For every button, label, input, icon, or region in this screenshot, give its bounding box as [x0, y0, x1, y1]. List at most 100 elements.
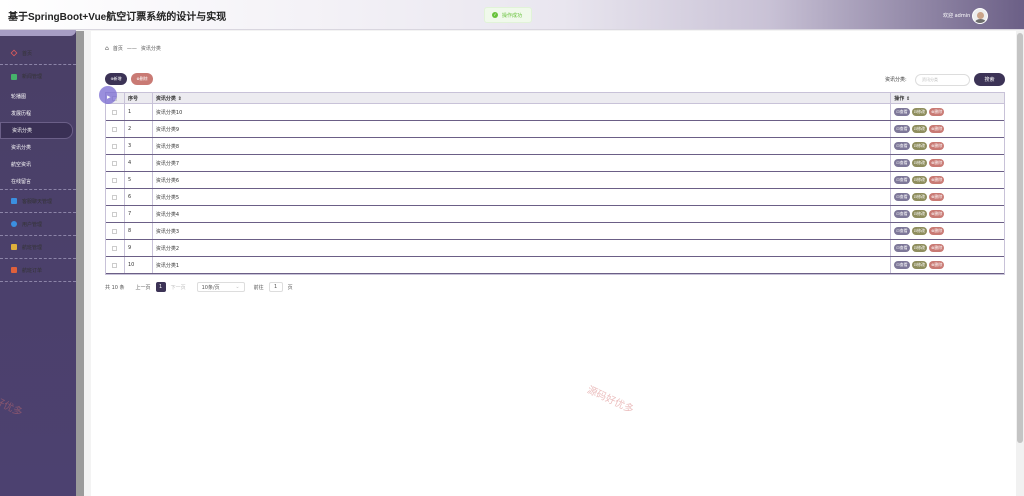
row-checkbox[interactable] [112, 109, 118, 115]
sidebar-item-label: 发展历程 [11, 111, 32, 117]
edit-button[interactable]: ⊡修改 [911, 210, 927, 218]
row-checkbox-cell [106, 155, 125, 171]
row-checkbox-cell [106, 104, 125, 120]
toast-message: 操作成功 [502, 12, 523, 19]
row-checkbox-cell [106, 240, 125, 256]
row-checkbox[interactable] [112, 194, 118, 200]
row-ops: ⊡查看 ⊡修改 ⊗删除 [891, 189, 1004, 205]
row-checkbox[interactable] [112, 245, 118, 251]
view-button[interactable]: ⊡查看 [894, 244, 910, 252]
edit-button[interactable]: ⊡修改 [911, 227, 927, 235]
table-row: 7 资讯分类4 ⊡查看 ⊡修改 ⊗删除 [106, 206, 1004, 223]
view-button[interactable]: ⊡查看 [894, 108, 910, 116]
sidebar-item-orders[interactable]: 航班订单 [0, 259, 76, 282]
delete-button[interactable]: ⊗删除 [928, 159, 945, 167]
delete-button[interactable]: ⊗删除 [928, 125, 945, 133]
plane-icon [11, 244, 17, 250]
row-no: 6 [125, 189, 153, 205]
header-name[interactable]: 资讯分类 ⇕ [153, 93, 892, 103]
search-input[interactable]: 资讯分类 [915, 74, 970, 86]
table-row: 3 资讯分类8 ⊡查看 ⊡修改 ⊗删除 [106, 138, 1004, 155]
row-checkbox-cell [106, 138, 125, 154]
delete-button[interactable]: ⊗删除 [928, 227, 945, 235]
batch-delete-button[interactable]: ⊗删除 [131, 73, 153, 85]
edit-button[interactable]: ⊡修改 [911, 142, 927, 150]
breadcrumb: ⌂ 首页 —— 资讯分类 [105, 45, 161, 52]
add-button[interactable]: ⊕新增 [105, 73, 127, 85]
view-button[interactable]: ⊡查看 [894, 176, 910, 184]
edit-button[interactable]: ⊡修改 [911, 159, 927, 167]
view-button[interactable]: ⊡查看 [894, 142, 910, 150]
pager-size-select[interactable]: 10条/页 ⌄ [196, 282, 245, 292]
row-no: 7 [125, 206, 153, 222]
welcome-text: 欢迎 admin [943, 13, 971, 19]
row-ops: ⊡查看 ⊡修改 ⊗删除 [891, 104, 1004, 120]
table-body: 1 资讯分类10 ⊡查看 ⊡修改 ⊗删除 2 资讯分类9 ⊡查看 ⊡修改 ⊗删除 3 资讯分类8 ⊡查看… [106, 104, 1004, 274]
delete-button[interactable]: ⊗删除 [928, 176, 945, 184]
delete-button[interactable]: ⊗删除 [928, 108, 945, 116]
view-button[interactable]: ⊡查看 [894, 210, 910, 218]
row-checkbox[interactable] [112, 262, 118, 268]
news-icon [11, 73, 17, 80]
pager-next-button[interactable]: 下一页 [171, 282, 186, 292]
pager-size-value: 10条/页 [201, 284, 220, 291]
sidebar-item-label: 在线留言 [11, 178, 32, 185]
row-checkbox[interactable] [112, 177, 118, 183]
view-button[interactable]: ⊡查看 [894, 227, 910, 235]
scrollbar-thumb[interactable] [1017, 33, 1023, 443]
edit-button[interactable]: ⊡修改 [911, 244, 927, 252]
avatar[interactable] [972, 8, 988, 24]
sidebar-edge [76, 31, 84, 496]
sidebar-sub-news-category[interactable]: 资讯分类 [0, 122, 73, 139]
delete-button[interactable]: ⊗删除 [928, 142, 945, 150]
row-checkbox[interactable] [112, 211, 118, 217]
sidebar-sub-messages[interactable]: 在线留言 [0, 173, 76, 190]
sidebar-item-chat[interactable]: 客服聊天管理 [0, 190, 76, 213]
view-button[interactable]: ⊡查看 [894, 125, 910, 133]
row-no: 10 [125, 257, 153, 273]
row-checkbox[interactable] [112, 228, 118, 234]
sidebar-item-news[interactable]: 新闻管理 [0, 65, 76, 88]
row-ops: ⊡查看 ⊡修改 ⊗删除 [891, 138, 1004, 154]
pagination: 共 10 条 上一页 1 下一页 10条/页 ⌄ 前往 1 页 [105, 282, 293, 292]
edit-button[interactable]: ⊡修改 [911, 176, 927, 184]
app-title: 基于SpringBoot+Vue航空订票系统的设计与实现 [8, 12, 227, 23]
edit-button[interactable]: ⊡修改 [911, 125, 927, 133]
pager-goto-label: 前往 [253, 284, 264, 291]
search-button[interactable]: 搜索 [974, 73, 1005, 86]
edit-button[interactable]: ⊡修改 [911, 108, 927, 116]
check-circle-icon: ✓ [492, 12, 498, 18]
row-checkbox[interactable] [112, 143, 118, 149]
pager-prev-button[interactable]: 上一页 [136, 282, 151, 292]
sidebar-sub-history[interactable]: 发展历程 [0, 105, 76, 122]
row-checkbox-cell [106, 189, 125, 205]
header-ops[interactable]: 操作 ⇕ [891, 93, 1004, 103]
pager-current-page[interactable]: 1 [155, 282, 166, 292]
pager-jump-input[interactable]: 1 [268, 282, 283, 292]
view-button[interactable]: ⊡查看 [894, 261, 910, 269]
breadcrumb-separator: —— [126, 45, 137, 52]
row-checkbox[interactable] [112, 126, 118, 132]
sidebar-item-flights[interactable]: 航班管理 [0, 236, 76, 259]
row-checkbox[interactable] [112, 160, 118, 166]
category-table: 序号 资讯分类 ⇕ 操作 ⇕ 1 资讯分类10 ⊡查看 ⊡修改 ⊗删除 2 资讯分类9 ⊡查看… [105, 92, 1005, 275]
home-icon [10, 49, 18, 57]
delete-button[interactable]: ⊗删除 [928, 210, 945, 218]
sidebar-item-home[interactable]: 首页 [0, 42, 76, 65]
view-button[interactable]: ⊡查看 [894, 193, 910, 201]
sidebar-item-label: 客服聊天管理 [22, 198, 53, 205]
sidebar-item-users[interactable]: 用户管理 [0, 213, 76, 236]
sidebar-item-label: 航班订单 [22, 267, 43, 274]
vertical-scrollbar[interactable] [1016, 31, 1024, 496]
sidebar-sub-news-category-2[interactable]: 资讯分类 [0, 139, 76, 156]
delete-button[interactable]: ⊗删除 [928, 193, 945, 201]
sidebar-sub-carousel[interactable]: 轮播图 [0, 88, 76, 105]
view-button[interactable]: ⊡查看 [894, 159, 910, 167]
delete-button[interactable]: ⊗删除 [928, 261, 945, 269]
breadcrumb-home[interactable]: 首页 [113, 45, 123, 52]
sidebar-sub-aviation-news[interactable]: 航空资讯 [0, 156, 76, 173]
table-row: 6 资讯分类5 ⊡查看 ⊡修改 ⊗删除 [106, 189, 1004, 206]
edit-button[interactable]: ⊡修改 [911, 261, 927, 269]
delete-button[interactable]: ⊗删除 [928, 244, 945, 252]
edit-button[interactable]: ⊡修改 [911, 193, 927, 201]
